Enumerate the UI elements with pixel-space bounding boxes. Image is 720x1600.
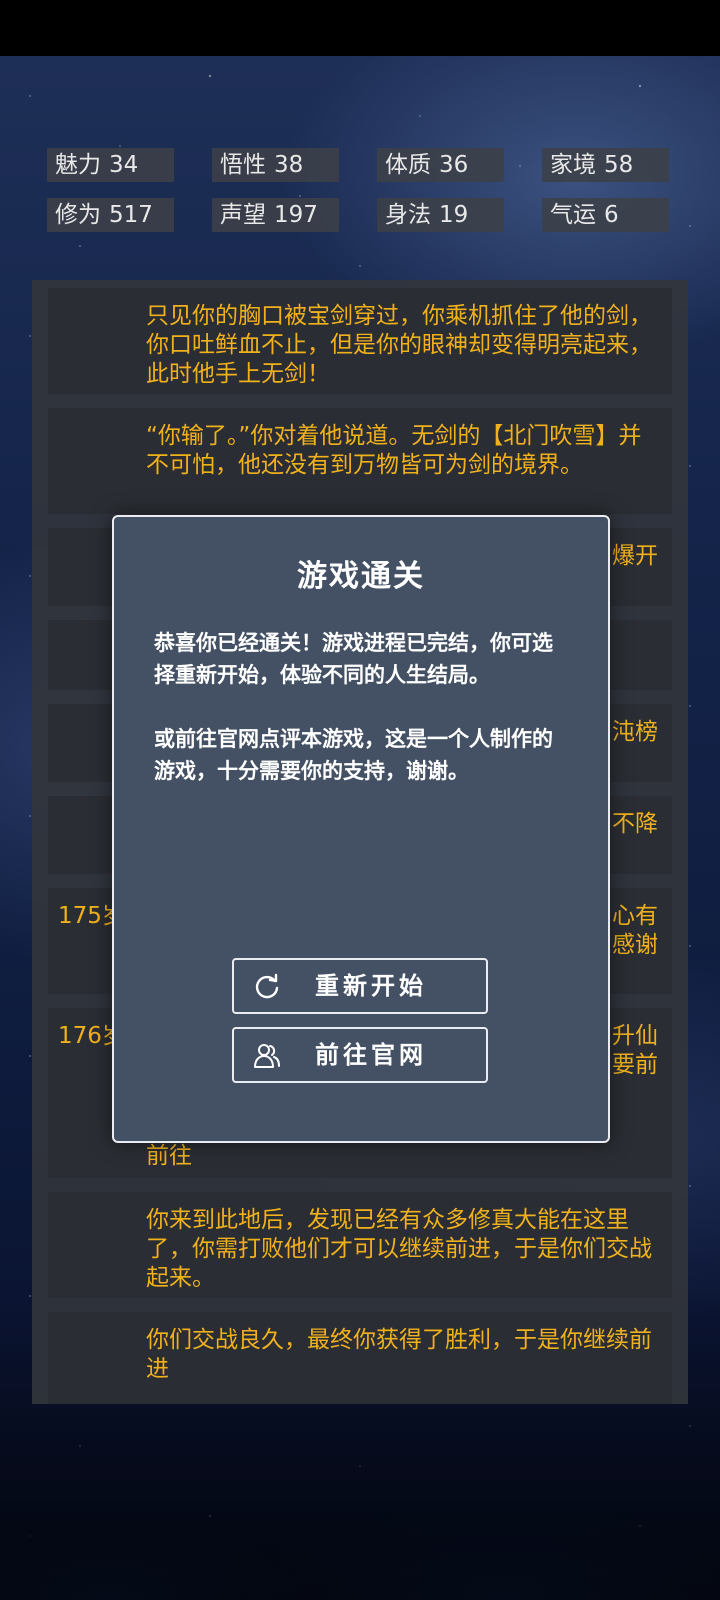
stat-label: 体质 <box>385 152 431 178</box>
game-complete-dialog: 游戏通关 恭喜你已经通关！游戏进程已完结，你可选择重新开始，体验不同的人生结局。… <box>112 515 610 1143</box>
restart-button-label: 重新开始 <box>315 972 427 1000</box>
log-entry: 只见你的胸口被宝剑穿过，你乘机抓住了他的剑，你口吐鲜血不止，但是你的眼神却变得明… <box>48 288 672 394</box>
stat-label: 气运 <box>550 202 596 228</box>
stat-label: 身法 <box>385 202 431 228</box>
log-entry-tail: 前往 <box>146 1143 192 1169</box>
stat-label: 修为 <box>55 202 101 228</box>
stat-comprehension: 悟性 38 <box>212 148 339 182</box>
log-entry-text: 你们交战良久，最终你获得了胜利，于是你继续前进 <box>146 1327 652 1382</box>
stat-label: 声望 <box>220 202 266 228</box>
stat-value: 6 <box>604 202 619 228</box>
stat-value: 517 <box>109 202 153 228</box>
stat-label: 魅力 <box>55 152 101 178</box>
log-entry: 你来到此地后，发现已经有众多修真大能在这里了，你需打败他们才可以继续前进，于是你… <box>48 1192 672 1298</box>
stat-value: 58 <box>604 152 634 178</box>
stat-reputation: 声望 197 <box>212 198 339 232</box>
stat-cultivation: 修为 517 <box>47 198 174 232</box>
stat-family: 家境 58 <box>542 148 669 182</box>
log-entry-text: “你输了。”你对着他说道。无剑的【北门吹雪】并不可怕，他还没有到万物皆可为剑的境… <box>146 423 642 478</box>
stat-value: 197 <box>274 202 318 228</box>
dialog-title: 游戏通关 <box>297 559 425 594</box>
log-entry: “你输了。”你对着他说道。无剑的【北门吹雪】并不可怕，他还没有到万物皆可为剑的境… <box>48 408 672 514</box>
log-entry-text: 只见你的胸口被宝剑穿过，你乘机抓住了他的剑，你口吐鲜血不止，但是你的眼神却变得明… <box>146 303 652 387</box>
dialog-paragraph: 或前往官网点评本游戏，这是一个人制作的游戏，十分需要你的支持，谢谢。 <box>154 727 553 783</box>
stat-luck: 气运 6 <box>542 198 669 232</box>
stat-agility: 身法 19 <box>377 198 504 232</box>
log-entry-text: 你来到此地后，发现已经有众多修真大能在这里了，你需打败他们才可以继续前进，于是你… <box>146 1207 652 1291</box>
dialog-body: 恭喜你已经通关！游戏进程已完结，你可选择重新开始，体验不同的人生结局。 或前往官… <box>154 627 554 819</box>
stat-value: 36 <box>439 152 469 178</box>
official-website-button[interactable]: 前往官网 <box>232 1027 488 1083</box>
stat-constitution: 体质 36 <box>377 148 504 182</box>
stat-value: 19 <box>439 202 469 228</box>
stat-label: 悟性 <box>220 152 266 178</box>
status-bar <box>0 0 720 56</box>
log-entry: 你们交战良久，最终你获得了胜利，于是你继续前进 <box>48 1312 672 1404</box>
stat-label: 家境 <box>550 152 596 178</box>
official-website-button-label: 前往官网 <box>315 1041 427 1069</box>
stat-value: 34 <box>109 152 139 178</box>
stat-value: 38 <box>274 152 304 178</box>
stat-charm: 魅力 34 <box>47 148 174 182</box>
dialog-paragraph: 恭喜你已经通关！游戏进程已完结，你可选择重新开始，体验不同的人生结局。 <box>154 631 553 687</box>
restart-button[interactable]: 重新开始 <box>232 958 488 1014</box>
